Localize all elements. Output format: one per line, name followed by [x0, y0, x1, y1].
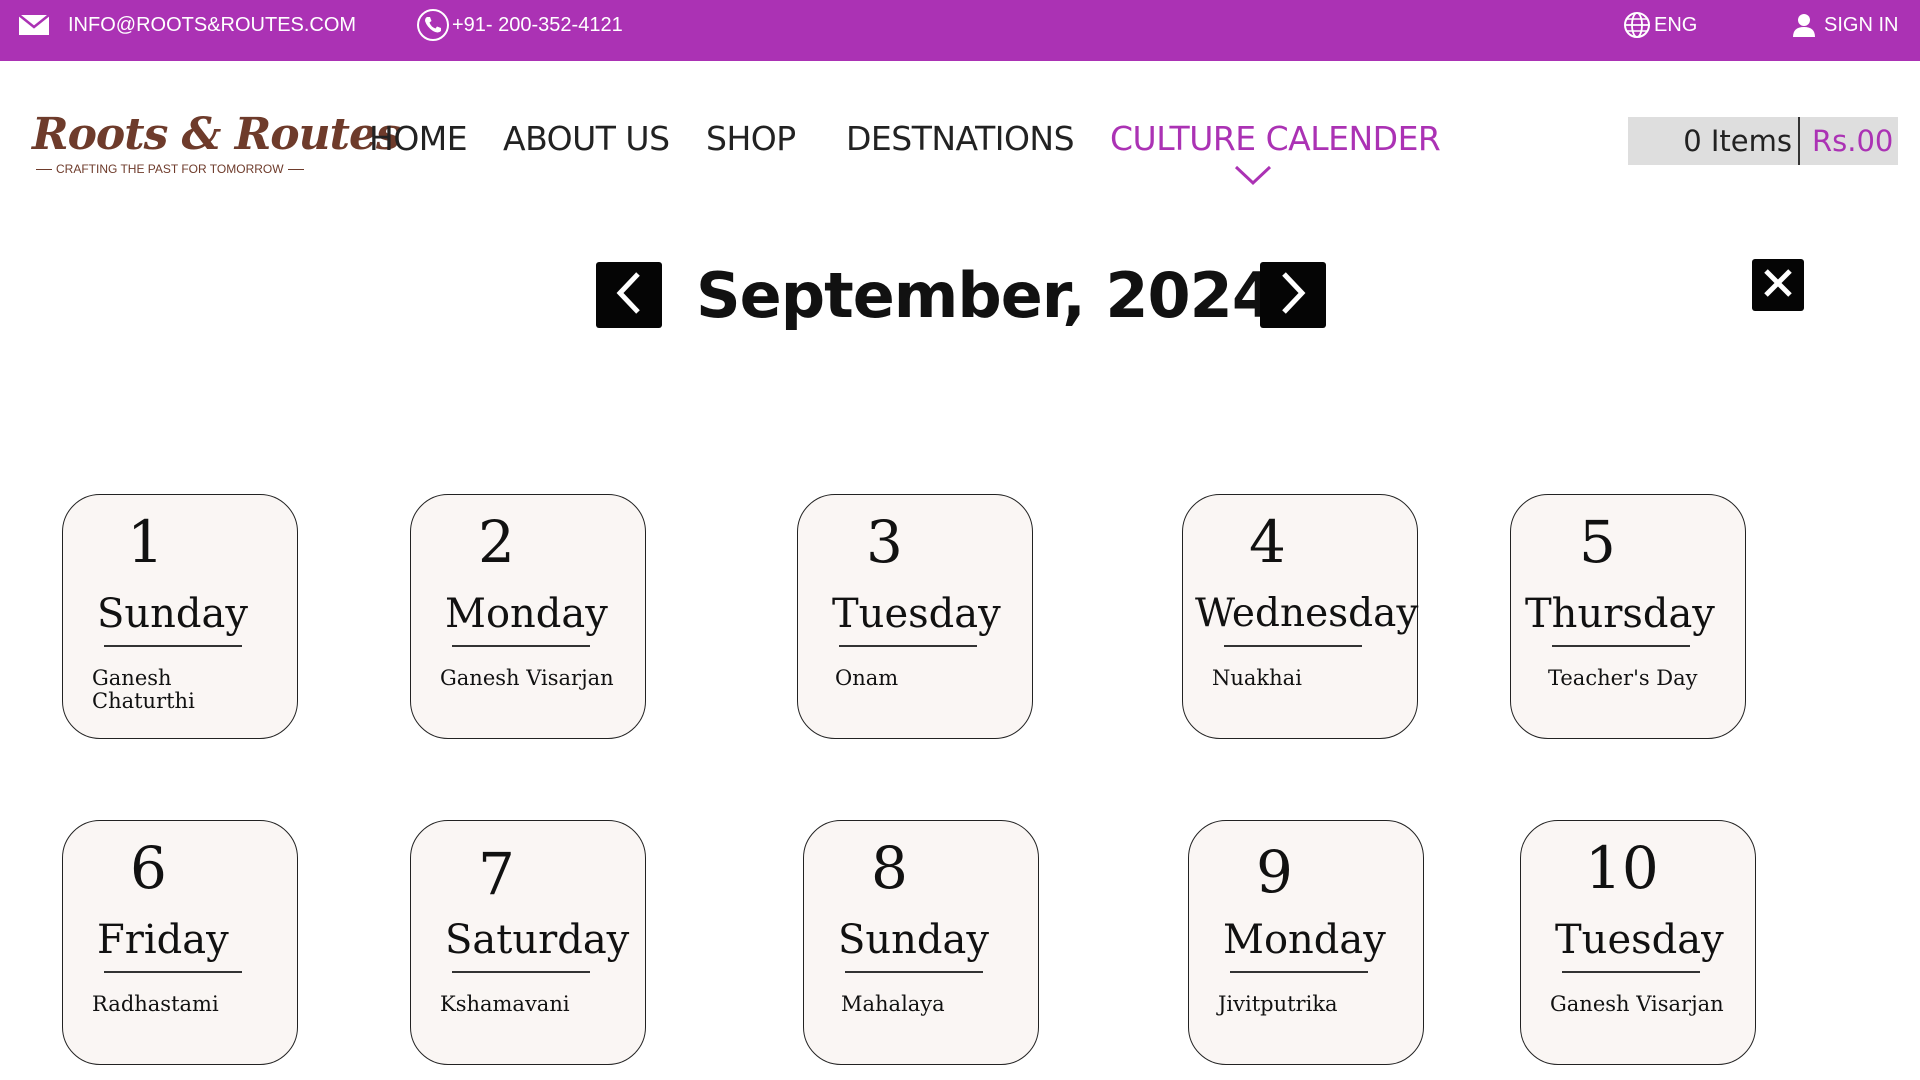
chevron-right-icon: [1278, 271, 1308, 320]
event-label: Kshamavani: [440, 992, 570, 1016]
weekday-label: Wednesday: [1195, 591, 1419, 636]
chevron-down-icon: [1234, 164, 1272, 191]
day-number: 3: [866, 508, 903, 576]
cart-summary[interactable]: 0 Items Rs.00: [1628, 117, 1898, 165]
nav-about-us[interactable]: ABOUT US: [503, 117, 670, 161]
event-label: Radhastami: [92, 992, 219, 1016]
nav-destinations[interactable]: DESTNATIONS: [846, 117, 1075, 161]
event-label: Ganesh Visarjan: [440, 666, 614, 690]
divider: [36, 168, 52, 170]
day-card[interactable]: 10 Tuesday Ganesh Visarjan: [1520, 820, 1756, 1065]
phone-icon: [416, 8, 450, 42]
cart-items-count: 0 Items: [1628, 117, 1800, 165]
weekday-label: Sunday: [97, 591, 248, 637]
day-card[interactable]: 4 Wednesday Nuakhai: [1182, 494, 1418, 739]
divider: [1230, 971, 1368, 973]
day-number: 10: [1585, 834, 1659, 902]
day-number: 1: [127, 508, 164, 576]
chevron-left-icon: [614, 271, 644, 320]
next-month-button[interactable]: [1260, 262, 1326, 328]
weekday-label: Friday: [97, 917, 229, 963]
day-card[interactable]: 5 Thursday Teacher's Day: [1510, 494, 1746, 739]
divider: [104, 645, 242, 647]
divider: [452, 645, 590, 647]
site-logo[interactable]: Roots & Routes CRAFTING THE PAST FOR TOM…: [32, 109, 401, 180]
weekday-label: Sunday: [838, 917, 989, 963]
language-label: ENG: [1654, 13, 1698, 36]
weekday-label: Monday: [1223, 917, 1386, 963]
weekday-label: Tuesday: [1555, 917, 1724, 963]
close-button[interactable]: [1752, 259, 1804, 311]
day-card[interactable]: 8 Sunday Mahalaya: [803, 820, 1039, 1065]
top-bar: INFO@ROOTS&ROUTES.COM +91- 200-352-4121 …: [0, 0, 1920, 61]
divider: [287, 168, 304, 170]
divider: [1552, 645, 1690, 647]
event-label: Ganesh Chaturthi: [92, 666, 195, 713]
day-card[interactable]: 9 Monday Jivitputrika: [1188, 820, 1424, 1065]
weekday-label: Monday: [445, 591, 608, 637]
month-title: September, 2024: [696, 259, 1275, 332]
event-label: Onam: [835, 666, 899, 690]
mail-icon: [18, 14, 50, 36]
divider: [452, 971, 590, 973]
day-number: 4: [1249, 508, 1286, 576]
divider: [1562, 971, 1700, 973]
day-number: 5: [1579, 508, 1616, 576]
logo-title: Roots & Routes: [32, 109, 401, 160]
event-label: Nuakhai: [1212, 666, 1302, 690]
day-number: 6: [130, 834, 167, 902]
close-icon: [1762, 267, 1794, 304]
phone-text: +91- 200-352-4121: [452, 13, 623, 36]
email-text: INFO@ROOTS&ROUTES.COM: [68, 13, 357, 36]
day-number: 7: [478, 840, 515, 908]
logo-tagline: CRAFTING THE PAST FOR TOMORROW: [56, 162, 284, 176]
divider: [104, 971, 242, 973]
day-card[interactable]: 6 Friday Radhastami: [62, 820, 298, 1065]
event-label: Jivitputrika: [1218, 992, 1338, 1016]
day-card[interactable]: 1 Sunday Ganesh Chaturthi: [62, 494, 298, 739]
divider: [839, 645, 977, 647]
sign-in-label: SIGN IN: [1824, 13, 1899, 36]
event-label: Teacher's Day: [1548, 666, 1698, 690]
weekday-label: Thursday: [1525, 591, 1715, 637]
language-selector[interactable]: ENG: [1623, 0, 1697, 50]
nav-home[interactable]: HOME: [369, 117, 468, 161]
user-icon: [1793, 13, 1815, 37]
prev-month-button[interactable]: [596, 262, 662, 328]
day-number: 9: [1256, 838, 1293, 906]
day-number: 8: [871, 834, 908, 902]
event-label: Ganesh Visarjan: [1550, 992, 1724, 1016]
day-card[interactable]: 2 Monday Ganesh Visarjan: [410, 494, 646, 739]
logo-tagline-row: CRAFTING THE PAST FOR TOMORROW: [32, 162, 314, 176]
day-card[interactable]: 3 Tuesday Onam: [797, 494, 1033, 739]
nav-shop[interactable]: SHOP: [706, 117, 796, 161]
weekday-label: Tuesday: [832, 591, 1001, 637]
weekday-label: Saturday: [445, 917, 630, 963]
email-contact[interactable]: INFO@ROOTS&ROUTES.COM: [18, 0, 356, 50]
phone-contact[interactable]: +91- 200-352-4121: [416, 0, 623, 50]
event-label: Mahalaya: [841, 992, 945, 1016]
day-number: 2: [478, 508, 515, 576]
sign-in-link[interactable]: SIGN IN: [1793, 0, 1898, 50]
day-card[interactable]: 7 Saturday Kshamavani: [410, 820, 646, 1065]
globe-icon: [1623, 11, 1651, 39]
divider: [1224, 645, 1362, 647]
cart-total: Rs.00: [1812, 124, 1894, 158]
nav-culture-calender[interactable]: CULTURE CALENDER: [1110, 117, 1441, 161]
divider: [845, 971, 983, 973]
